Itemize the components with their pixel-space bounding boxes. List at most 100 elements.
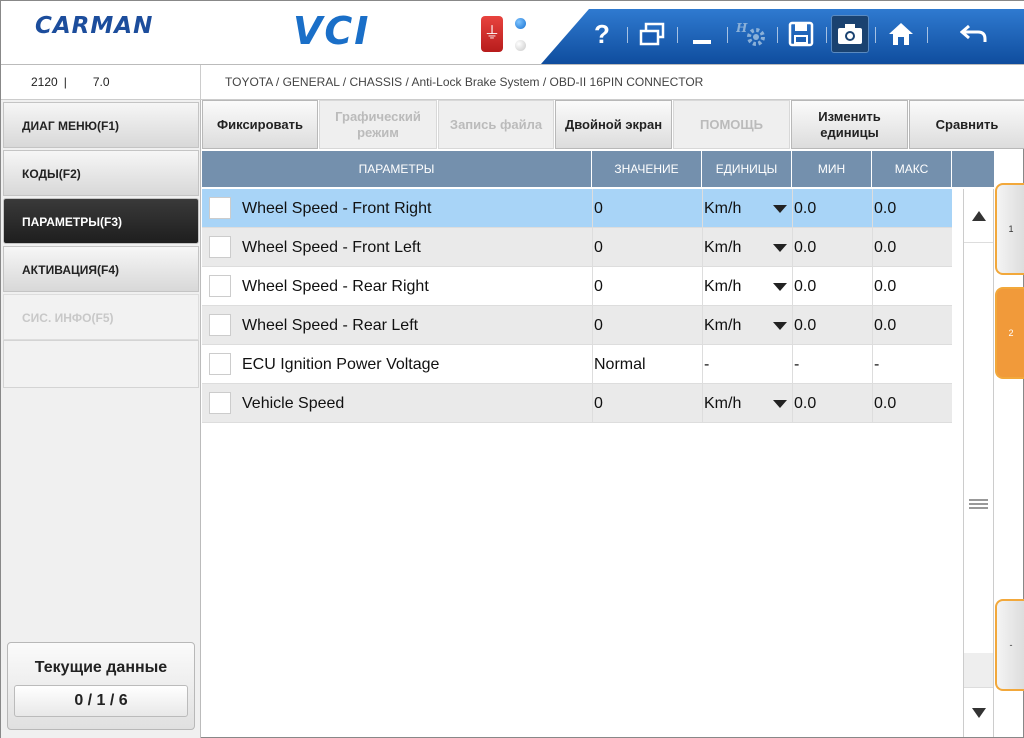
unit-dropdown-icon[interactable] [773,283,787,291]
parameter-min: 0.0 [794,317,817,334]
table-header: ПАРАМЕТРЫ ЗНАЧЕНИЕ ЕДИНИЦЫ МИН МАКС [202,151,994,187]
settings-icon[interactable]: H [733,15,771,53]
column-divider [872,306,873,345]
sidebar-item-codes[interactable]: КОДЫ(F2) [3,150,199,196]
column-header-units[interactable]: ЕДИНИЦЫ [702,151,792,187]
page-tab-2[interactable]: 2 [995,287,1024,379]
sidebar-item-parameters[interactable]: ПАРАМЕТРЫ(F3) [3,198,199,244]
column-divider [792,228,793,267]
table-row[interactable]: Wheel Speed - Front Left 0 Km/h 0.0 0.0 [202,228,952,267]
sidebar-item-sys-info: СИС. ИНФО(F5) [3,294,199,340]
toolbar-separator [727,27,728,43]
page-tab-3[interactable]: - [995,599,1024,691]
parameter-name: ECU Ignition Power Voltage [242,356,440,373]
current-data-title: Текущие данные [34,659,168,676]
column-divider [792,384,793,423]
back-icon[interactable] [955,15,993,53]
column-divider [792,345,793,384]
parameter-unit[interactable]: - [704,345,709,384]
parameter-min: 0.0 [794,278,817,295]
parameter-value: 0 [594,395,603,412]
toolbar-separator [677,27,678,43]
sidebar: ДИАГ МЕНЮ(F1) КОДЫ(F2) ПАРАМЕТРЫ(F3) АКТ… [1,100,201,738]
help-icon[interactable]: ? [583,15,621,53]
column-divider [872,267,873,306]
column-divider [592,345,593,384]
software-version: 7.0 [92,75,110,89]
info-bar: 2120 | 7.0 TOYOTA / GENERAL / CHASSIS / An… [1,64,1024,100]
unit-dropdown-icon[interactable] [773,244,787,252]
breadcrumb: TOYOTA / GENERAL / CHASSIS / Anti-Lock B… [225,75,704,89]
column-header-value[interactable]: ЗНАЧЕНИЕ [592,151,702,187]
scrollbar-track[interactable] [964,653,993,687]
dual-screen-button[interactable]: Двойной экран [555,100,672,149]
toolbar-separator [826,27,827,43]
column-header-min[interactable]: МИН [792,151,872,187]
table-row[interactable]: Wheel Speed - Front Right 0 Km/h 0.0 0.0 [202,189,952,228]
table-row[interactable]: Wheel Speed - Rear Left 0 Km/h 0.0 0.0 [202,306,952,345]
compare-button[interactable]: Сравнить [909,100,1024,149]
unit-dropdown-icon[interactable] [773,322,787,330]
row-checkbox[interactable] [209,353,231,375]
parameter-name: Vehicle Speed [242,395,345,412]
scrollbar-thumb[interactable] [964,245,993,653]
parameter-max: 0.0 [874,200,897,217]
column-divider [702,267,703,306]
table-row[interactable]: Wheel Speed - Rear Right 0 Km/h 0.0 0.0 [202,267,952,306]
parameter-value: Normal [594,356,646,373]
vertical-scrollbar[interactable] [963,189,994,737]
change-units-button[interactable]: Изменить единицы [791,100,908,149]
window-icon[interactable] [633,15,671,53]
status-led-icon [515,40,526,51]
save-icon[interactable] [782,15,820,53]
home-icon[interactable] [882,15,920,53]
parameter-value: 0 [594,239,603,256]
row-checkbox[interactable] [209,314,231,336]
column-divider [702,384,703,423]
camera-icon[interactable] [831,15,869,53]
parameter-min: 0.0 [794,200,817,217]
column-divider [872,384,873,423]
sidebar-item-activation[interactable]: АКТИВАЦИЯ(F4) [3,246,199,292]
scroll-up-icon[interactable] [964,189,993,243]
parameter-unit[interactable]: Km/h [704,267,741,306]
parameter-min: 0.0 [794,239,817,256]
sidebar-item-diag-menu[interactable]: ДИАГ МЕНЮ(F1) [3,102,199,148]
freeze-button[interactable]: Фиксировать [202,100,318,149]
parameter-max: 0.0 [874,278,897,295]
toolbar-separator [927,27,928,43]
parameter-unit[interactable]: Km/h [704,228,741,267]
help-button[interactable]: ПОМОЩЬ [673,100,790,149]
minimize-icon[interactable] [683,15,721,53]
row-checkbox[interactable] [209,197,231,219]
table-row[interactable]: Vehicle Speed 0 Km/h 0.0 0.0 [202,384,952,423]
column-divider [592,306,593,345]
column-divider [792,189,793,228]
header: CARMAN VCI ⏚ ? H [1,1,1024,64]
row-checkbox[interactable] [209,392,231,414]
unit-dropdown-icon[interactable] [773,400,787,408]
table-row[interactable]: ECU Ignition Power Voltage Normal - - - [202,345,952,384]
vci-logo: VCI [293,9,371,53]
vehicle-info: 2120 | 7.0 [1,65,201,99]
column-divider [872,189,873,228]
row-checkbox[interactable] [209,275,231,297]
parameter-unit[interactable]: Km/h [704,384,741,423]
column-header-max[interactable]: МАКС [872,151,952,187]
record-file-button[interactable]: Запись файла [438,100,554,149]
column-divider [872,228,873,267]
parameter-max: 0.0 [874,395,897,412]
parameter-unit[interactable]: Km/h [704,306,741,345]
page-tab-1[interactable]: 1 [995,183,1024,275]
column-divider [872,345,873,384]
scroll-down-icon[interactable] [964,687,993,737]
connection-led-icon [515,18,526,29]
row-checkbox[interactable] [209,236,231,258]
parameter-unit[interactable]: Km/h [704,189,741,228]
carman-logo: CARMAN [35,13,154,39]
graph-mode-button[interactable]: Графический режим [319,100,437,149]
unit-dropdown-icon[interactable] [773,205,787,213]
current-data-panel: Текущие данные 0 / 1 / 6 [7,642,195,730]
column-header-parameters[interactable]: ПАРАМЕТРЫ [202,151,592,187]
current-data-count: 0 / 1 / 6 [14,685,188,717]
